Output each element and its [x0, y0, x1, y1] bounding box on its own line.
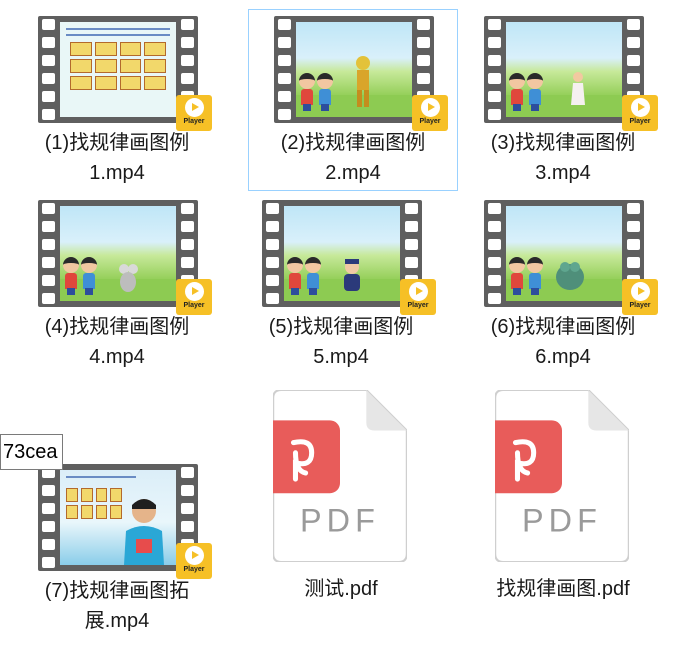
player-badge-icon: Player: [176, 543, 212, 579]
file-item-video-2[interactable]: Player (2)找规律画图例 2.mp4: [248, 9, 458, 191]
file-item-pdf-2[interactable]: PDF 找规律画图.pdf: [458, 385, 668, 615]
file-name: (7)找规律画图拓 展.mp4: [44, 580, 190, 632]
player-badge-icon: Player: [412, 95, 448, 131]
pdf-file-icon: PDF: [495, 390, 629, 562]
player-badge-icon: Player: [622, 95, 658, 131]
svg-text:PDF: PDF: [522, 503, 602, 539]
film-strip-icon: [38, 464, 198, 571]
file-name: (5)找规律画图例 5.mp4: [268, 316, 414, 368]
file-name: (3)找规律画图例 3.mp4: [490, 132, 636, 184]
video-thumbnail: Player: [38, 200, 212, 315]
file-item-video-6[interactable]: Player (6)找规律画图例 6.mp4: [458, 193, 668, 375]
file-name: (2)找规律画图例 2.mp4: [280, 132, 426, 184]
video-thumbnail: Player: [38, 16, 212, 131]
file-item-video-3[interactable]: Player (3)找规律画图例 3.mp4: [458, 9, 668, 191]
file-name: 测试.pdf: [304, 578, 378, 600]
file-name: 找规律画图.pdf: [496, 578, 630, 600]
film-strip-icon: [274, 16, 434, 123]
video-thumbnail: Player: [484, 200, 658, 315]
film-strip-icon: [484, 16, 644, 123]
file-item-video-7[interactable]: Player (7)找规律画图拓 展.mp4: [12, 457, 222, 639]
pdf-file-icon: PDF: [273, 390, 407, 562]
svg-text:PDF: PDF: [300, 503, 380, 539]
video-thumbnail: Player: [484, 16, 658, 131]
file-item-pdf-1[interactable]: PDF 测试.pdf: [236, 385, 446, 615]
film-strip-icon: [38, 200, 198, 307]
film-strip-icon: [38, 16, 198, 123]
player-badge-icon: Player: [622, 279, 658, 315]
file-item-video-4[interactable]: Player (4)找规律画图例 4.mp4: [12, 193, 222, 375]
player-badge-icon: Player: [176, 95, 212, 131]
video-thumbnail: Player: [262, 200, 436, 315]
video-thumbnail: Player: [38, 464, 212, 579]
film-strip-icon: [484, 200, 644, 307]
film-strip-icon: [262, 200, 422, 307]
player-badge-icon: Player: [400, 279, 436, 315]
file-name: (4)找规律画图例 4.mp4: [44, 316, 190, 368]
rename-input[interactable]: 73cea: [0, 434, 63, 470]
file-name: (6)找规律画图例 6.mp4: [490, 316, 636, 368]
file-item-video-5[interactable]: Player (5)找规律画图例 5.mp4: [236, 193, 446, 375]
file-name: (1)找规律画图例 1.mp4: [44, 132, 190, 184]
video-thumbnail: Player: [274, 16, 448, 131]
player-badge-icon: Player: [176, 279, 212, 315]
file-item-video-1[interactable]: Player (1)找规律画图例 1.mp4: [12, 9, 222, 191]
